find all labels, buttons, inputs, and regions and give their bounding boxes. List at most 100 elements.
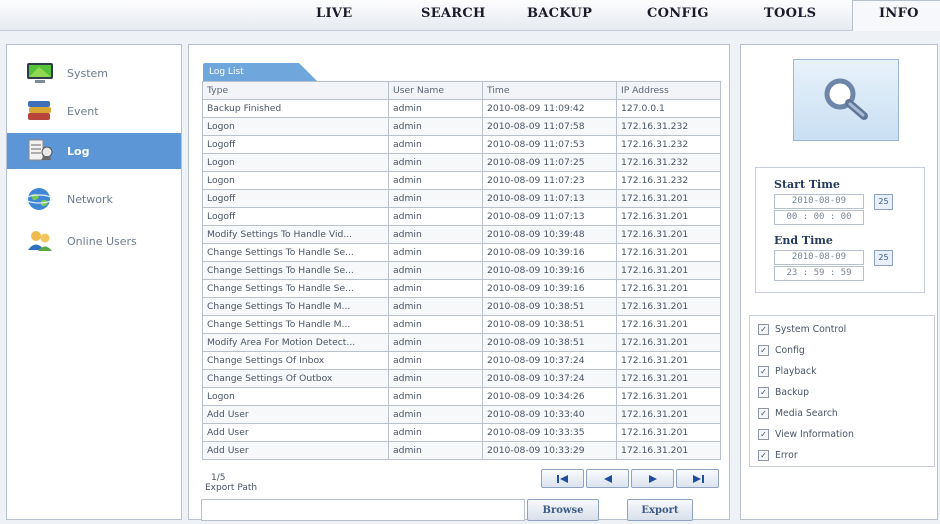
sidebar-item-label: Log	[67, 144, 90, 158]
cell-type: Change Settings To Handle Se...	[202, 261, 389, 280]
table-row[interactable]: Logoff admin 2010-08-09 11:07:13 172.16.31.…	[202, 189, 721, 208]
first-page-button[interactable]	[541, 469, 584, 488]
table-row[interactable]: Change Settings Of Outbox admin 2010-08-09…	[202, 369, 721, 388]
table-row[interactable]: Change Settings To Handle Se... admin 2010…	[202, 279, 721, 298]
checkbox[interactable]: ✓	[758, 387, 769, 398]
table-row[interactable]: Add User admin 2010-08-09 10:33:35 172.16.3…	[202, 423, 721, 442]
table-row[interactable]: Change Settings To Handle M... admin 2010-…	[202, 297, 721, 316]
cell-user: admin	[388, 279, 483, 298]
sidebar-item-online-users[interactable]: Online Users	[7, 223, 181, 259]
skip-first-icon	[556, 474, 568, 483]
cell-time: 2010-08-09 10:33:35	[482, 423, 617, 442]
next-page-button[interactable]	[631, 469, 674, 488]
cell-user: admin	[388, 225, 483, 244]
tab-tools[interactable]: TOOLS	[764, 6, 816, 21]
cell-type: Change Settings To Handle M...	[202, 297, 389, 316]
log-panel: Log List Type User Name Time IP Address …	[188, 44, 730, 521]
tab-config[interactable]: CONFIG	[647, 6, 709, 21]
table-row[interactable]: Add User admin 2010-08-09 10:33:29 172.16.3…	[202, 441, 721, 460]
checkbox[interactable]: ✓	[758, 408, 769, 419]
monitor-icon	[23, 59, 57, 87]
table-row[interactable]: Logon admin 2010-08-09 10:34:26 172.16.31.2…	[202, 387, 721, 406]
cell-time: 2010-08-09 11:07:13	[482, 207, 617, 226]
filter-backup[interactable]: ✓ Backup	[758, 387, 809, 398]
cell-user: admin	[388, 351, 483, 370]
last-page-button[interactable]	[676, 469, 719, 488]
sidebar-item-log[interactable]: Log	[7, 133, 181, 169]
cell-user: admin	[388, 135, 483, 154]
filter-playback[interactable]: ✓ Playback	[758, 366, 816, 377]
sidebar-item-system[interactable]: System	[7, 55, 181, 91]
checkbox[interactable]: ✓	[758, 429, 769, 440]
end-time-field[interactable]: 23 : 59 : 59	[774, 266, 864, 281]
table-row[interactable]: Change Settings Of Inbox admin 2010-08-09 …	[202, 351, 721, 370]
filter-config[interactable]: ✓ Config	[758, 345, 805, 356]
cell-time: 2010-08-09 10:38:51	[482, 297, 617, 316]
column-header-time[interactable]: Time	[482, 81, 617, 100]
sidebar-item-event[interactable]: Event	[7, 93, 181, 129]
table-row[interactable]: Add User admin 2010-08-09 10:33:40 172.16.3…	[202, 405, 721, 424]
start-time-label: Start Time	[774, 178, 840, 191]
tab-info[interactable]: INFO	[852, 0, 940, 31]
table-row[interactable]: Logon admin 2010-08-09 11:07:58 172.16.31.2…	[202, 117, 721, 136]
sidebar-item-label: Online Users	[67, 234, 137, 248]
cell-user: admin	[388, 315, 483, 334]
table-row[interactable]: Logon admin 2010-08-09 11:07:23 172.16.31.2…	[202, 171, 721, 190]
cell-type: Change Settings Of Outbox	[202, 369, 389, 388]
cell-type: Add User	[202, 423, 389, 442]
table-row[interactable]: Change Settings To Handle M... admin 2010-…	[202, 315, 721, 334]
table-row[interactable]: Logon admin 2010-08-09 11:07:25 172.16.31.2…	[202, 153, 721, 172]
log-type-filters: ✓ System Control ✓ Config ✓ Playback ✓ Backu…	[749, 315, 935, 467]
export-button[interactable]: Export	[627, 499, 693, 521]
search-button[interactable]	[793, 59, 899, 141]
tab-search[interactable]: SEARCH	[421, 6, 486, 21]
table-row[interactable]: Modify Area For Motion Detect... admin 201…	[202, 333, 721, 352]
table-row[interactable]: Logoff admin 2010-08-09 11:07:53 172.16.31.…	[202, 135, 721, 154]
cell-ip: 172.16.31.232	[616, 117, 721, 136]
browse-button[interactable]: Browse	[527, 499, 599, 521]
checkbox[interactable]: ✓	[758, 450, 769, 461]
column-header-ip[interactable]: IP Address	[616, 81, 721, 100]
cell-user: admin	[388, 189, 483, 208]
table-row[interactable]: Modify Settings To Handle Vid... admin 201…	[202, 225, 721, 244]
calendar-icon[interactable]: 25	[874, 194, 893, 210]
tab-live[interactable]: LIVE	[316, 6, 352, 21]
start-date-field[interactable]: 2010-08-09	[774, 194, 864, 209]
filter-media-search[interactable]: ✓ Media Search	[758, 408, 838, 419]
top-nav: LIVE SEARCH BACKUP CONFIG TOOLS INFO	[0, 0, 940, 31]
filter-view-information[interactable]: ✓ View Information	[758, 429, 854, 440]
table-header-row: Type User Name Time IP Address	[202, 81, 721, 100]
column-header-type[interactable]: Type	[202, 81, 389, 100]
column-header-user[interactable]: User Name	[388, 81, 483, 100]
filter-system-control[interactable]: ✓ System Control	[758, 324, 846, 335]
cell-user: admin	[388, 207, 483, 226]
table-row[interactable]: Logoff admin 2010-08-09 11:07:13 172.16.31.…	[202, 207, 721, 226]
tab-log-list[interactable]: Log List	[203, 63, 323, 83]
filter-error[interactable]: ✓ Error	[758, 450, 798, 461]
cell-user: admin	[388, 369, 483, 388]
sidebar-item-network[interactable]: Network	[7, 181, 181, 217]
time-range-box: Start Time 2010-08-09 25 00 : 00 : 00 En…	[755, 167, 925, 293]
prev-page-button[interactable]	[586, 469, 629, 488]
end-date-field[interactable]: 2010-08-09	[774, 250, 864, 265]
magnifier-icon	[824, 78, 868, 120]
cell-ip: 172.16.31.201	[616, 315, 721, 334]
cell-type: Logoff	[202, 189, 389, 208]
checkbox[interactable]: ✓	[758, 366, 769, 377]
calendar-icon[interactable]: 25	[874, 250, 893, 266]
checkbox[interactable]: ✓	[758, 345, 769, 356]
table-row[interactable]: Backup Finished admin 2010-08-09 11:09:42 1…	[202, 99, 721, 118]
cell-time: 2010-08-09 10:39:16	[482, 279, 617, 298]
checkbox[interactable]: ✓	[758, 324, 769, 335]
cell-ip: 172.16.31.201	[616, 423, 721, 442]
export-path-input[interactable]	[201, 499, 525, 521]
cell-time: 2010-08-09 10:39:16	[482, 261, 617, 280]
cell-ip: 172.16.31.201	[616, 441, 721, 460]
cell-time: 2010-08-09 11:07:25	[482, 153, 617, 172]
table-row[interactable]: Change Settings To Handle Se... admin 2010…	[202, 261, 721, 280]
tab-backup[interactable]: BACKUP	[527, 6, 592, 21]
cell-user: admin	[388, 153, 483, 172]
table-row[interactable]: Change Settings To Handle Se... admin 2010…	[202, 243, 721, 262]
start-time-field[interactable]: 00 : 00 : 00	[774, 210, 864, 225]
cell-type: Logon	[202, 171, 389, 190]
